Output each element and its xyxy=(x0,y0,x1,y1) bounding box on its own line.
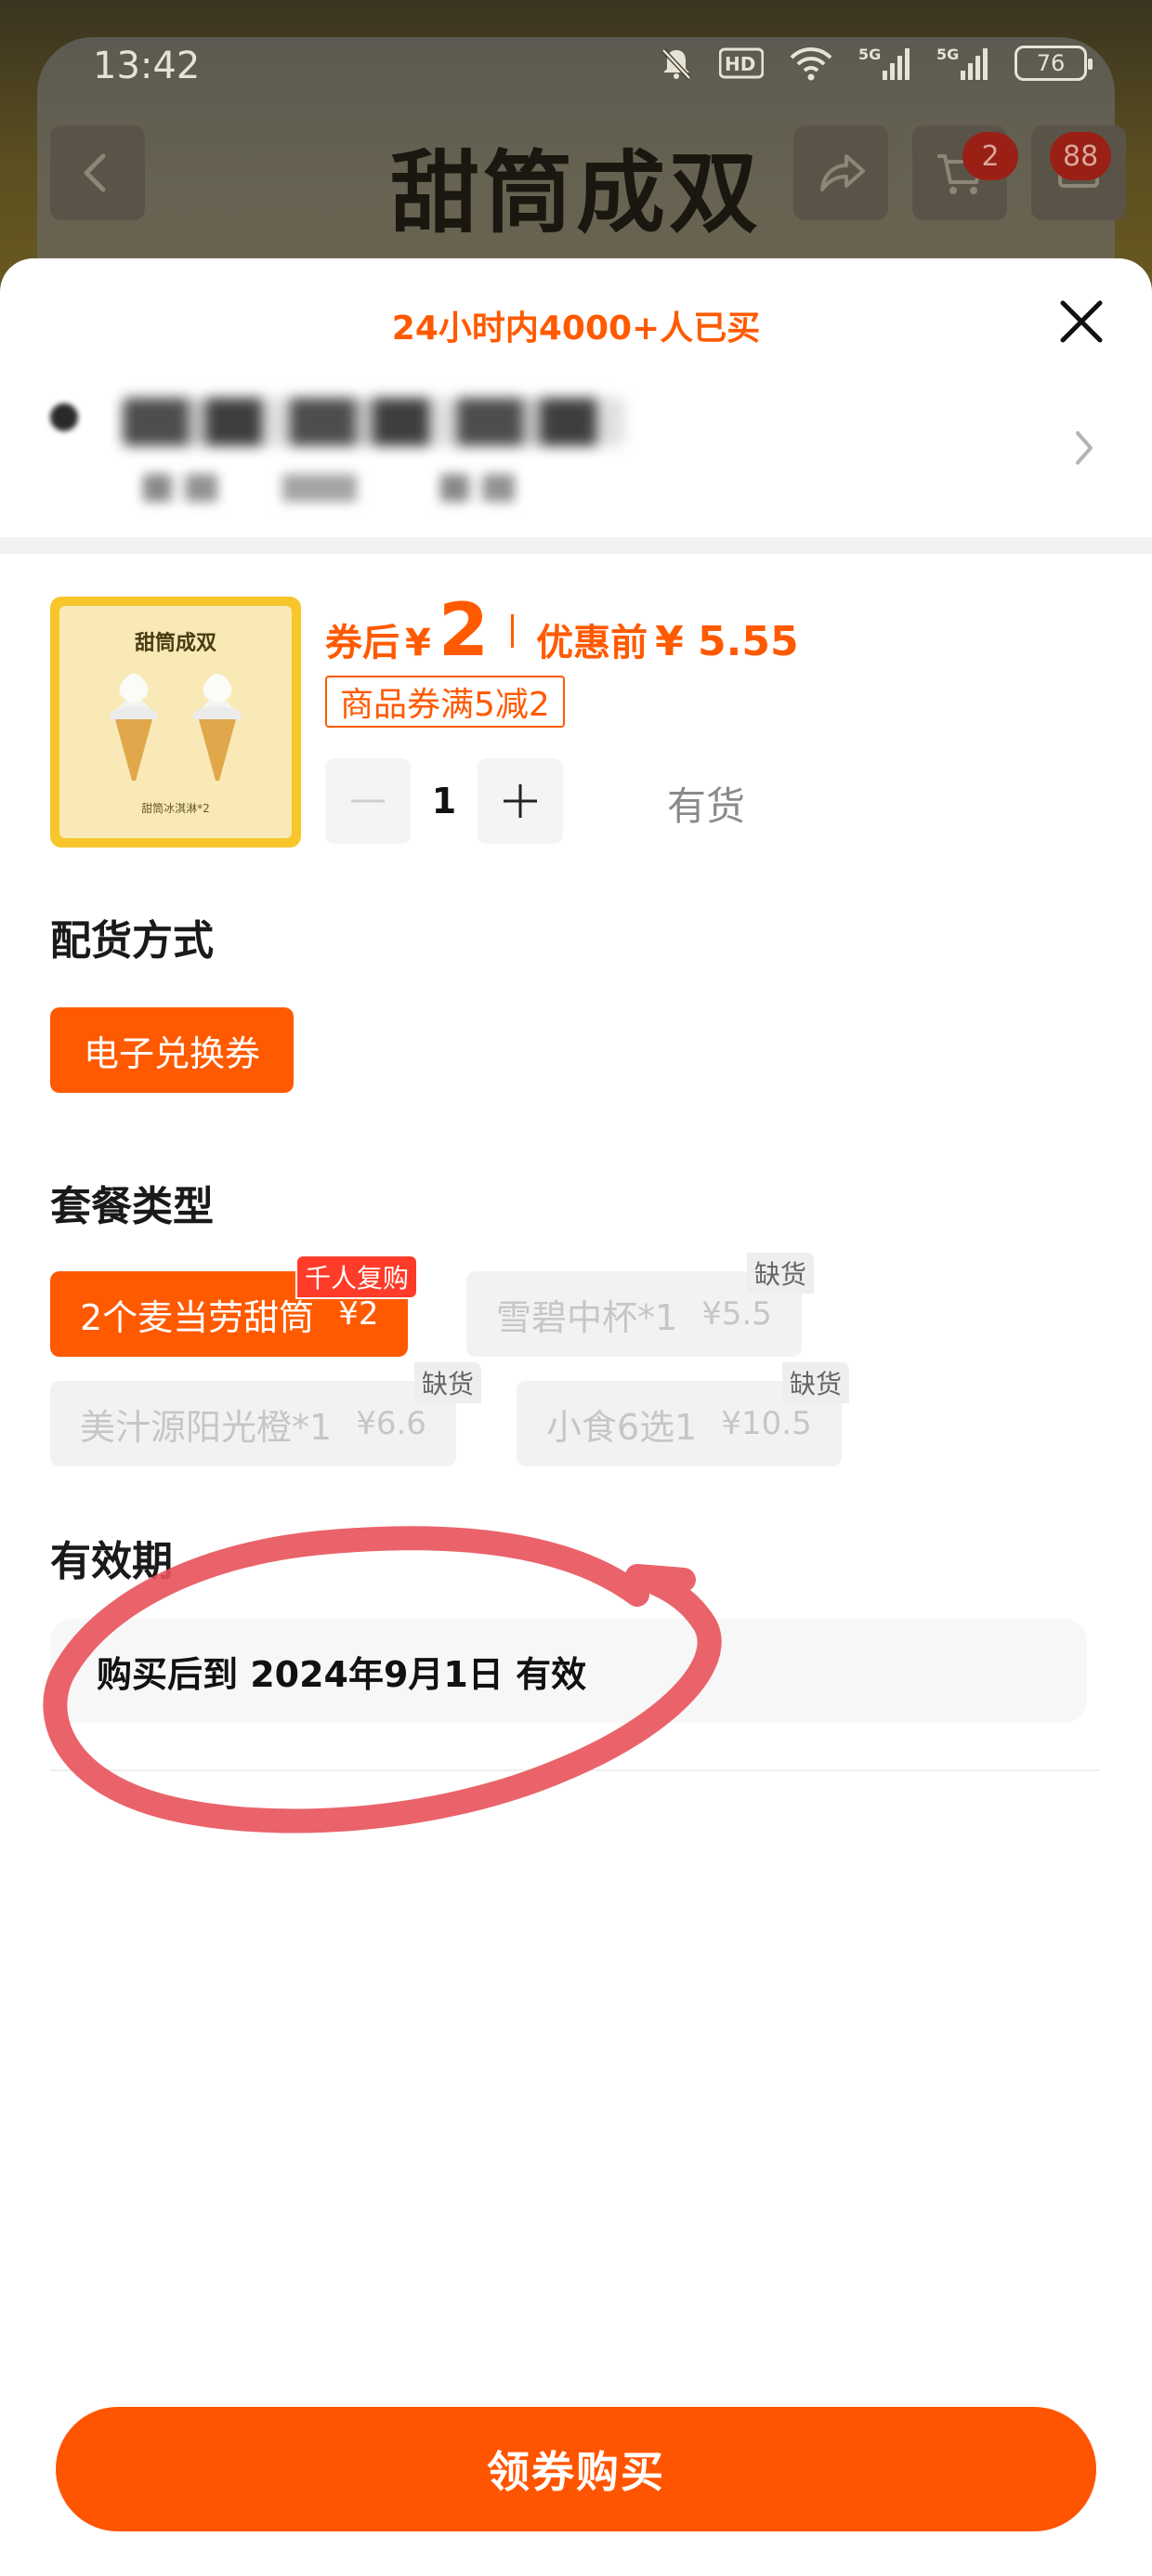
address-detail-blurred xyxy=(143,474,570,502)
section-divider xyxy=(0,537,1152,554)
original-price-label: 优惠前 xyxy=(536,622,648,664)
increase-quantity-button[interactable] xyxy=(478,758,563,844)
address-name-blurred xyxy=(123,398,624,446)
package-option-label: 美汁源阳光橙*1 xyxy=(80,1406,333,1448)
decrease-quantity-button[interactable] xyxy=(325,758,411,844)
delivery-option-evoucher[interactable]: 电子兑换券 xyxy=(50,1007,295,1093)
package-option-price: ¥10.5 xyxy=(721,1405,812,1442)
share-icon xyxy=(820,154,865,191)
minus-icon xyxy=(351,799,385,803)
quantity-stepper: 1 xyxy=(325,758,563,844)
package-option-price: ¥5.5 xyxy=(701,1295,772,1333)
thumbnail-caption: 甜筒冰淇淋*2 xyxy=(141,802,210,815)
back-button xyxy=(50,125,145,220)
currency-symbol: ¥ xyxy=(405,622,431,664)
package-option-label: 小食6选1 xyxy=(546,1406,698,1448)
share-button xyxy=(793,125,888,220)
price-separator xyxy=(511,614,515,648)
delivery-section-title: 配货方式 xyxy=(50,917,214,965)
package-option-label: 雪碧中杯*1 xyxy=(496,1296,678,1338)
svg-text:5G: 5G xyxy=(858,46,881,63)
package-option-price: ¥2 xyxy=(338,1295,379,1333)
package-section-title: 套餐类型 xyxy=(50,1183,214,1230)
final-price: 2 xyxy=(438,589,490,673)
claim-coupon-buy-button[interactable]: 领券购买 xyxy=(56,2407,1096,2531)
back-arrow-icon xyxy=(84,153,106,192)
price-label: 券后 xyxy=(325,622,399,664)
status-time: 13:42 xyxy=(93,45,201,87)
ice-cream-cones-image xyxy=(110,674,242,781)
svg-text:5G: 5G xyxy=(936,46,959,63)
hd-icon: HD xyxy=(719,47,764,79)
price-row: 券后 ¥ 2 优惠前 ¥ 5.55 xyxy=(325,589,799,673)
background-page-title: 甜筒成双 xyxy=(390,141,762,245)
annotation-circle xyxy=(43,1526,722,1833)
package-option-price: ¥6.6 xyxy=(356,1405,426,1442)
repurchase-badge: 千人复购 xyxy=(295,1255,419,1299)
status-icons: HD 5G 5G 76 xyxy=(658,45,1093,82)
plus-icon xyxy=(504,784,537,818)
chevron-right-icon xyxy=(1076,431,1093,465)
product-thumbnail: 甜筒成双 甜筒冰淇淋*2 xyxy=(50,597,301,848)
social-proof-text: 24小时内4000+人已买 xyxy=(391,309,761,348)
stock-status: 有货 xyxy=(667,783,746,829)
original-price: ¥ 5.55 xyxy=(655,618,799,665)
status-bar: 13:42 HD 5G 5G 76 xyxy=(0,0,1152,139)
svg-text:HD: HD xyxy=(725,53,755,75)
out-of-stock-badge: 缺货 xyxy=(414,1362,482,1403)
close-icon xyxy=(1060,300,1103,343)
battery-icon: 76 xyxy=(1015,46,1093,81)
thumbnail-title: 甜筒成双 xyxy=(134,632,216,655)
bell-off-icon xyxy=(661,48,691,80)
coupon-tag: 商品券满5减2 xyxy=(325,676,565,728)
5g-signal-icon: 5G xyxy=(936,46,988,80)
purchase-sheet: 24小时内4000+人已买 甜筒成双 甜筒冰淇淋*2 券后 ¥ 2 优惠前 ¥ … xyxy=(0,258,1152,2576)
package-option-label: 2个麦当劳甜筒 xyxy=(80,1296,315,1338)
location-pin-icon xyxy=(50,403,78,431)
out-of-stock-badge: 缺货 xyxy=(782,1362,850,1403)
address-selector[interactable] xyxy=(50,379,1109,509)
out-of-stock-badge: 缺货 xyxy=(747,1253,815,1294)
quantity-value[interactable]: 1 xyxy=(411,781,478,821)
close-button[interactable] xyxy=(1052,292,1111,351)
wifi-icon xyxy=(790,47,832,81)
package-option-3[interactable]: 美汁源阳光橙*1 ¥6.6 xyxy=(50,1381,456,1466)
5g-signal-icon: 5G xyxy=(858,46,910,80)
